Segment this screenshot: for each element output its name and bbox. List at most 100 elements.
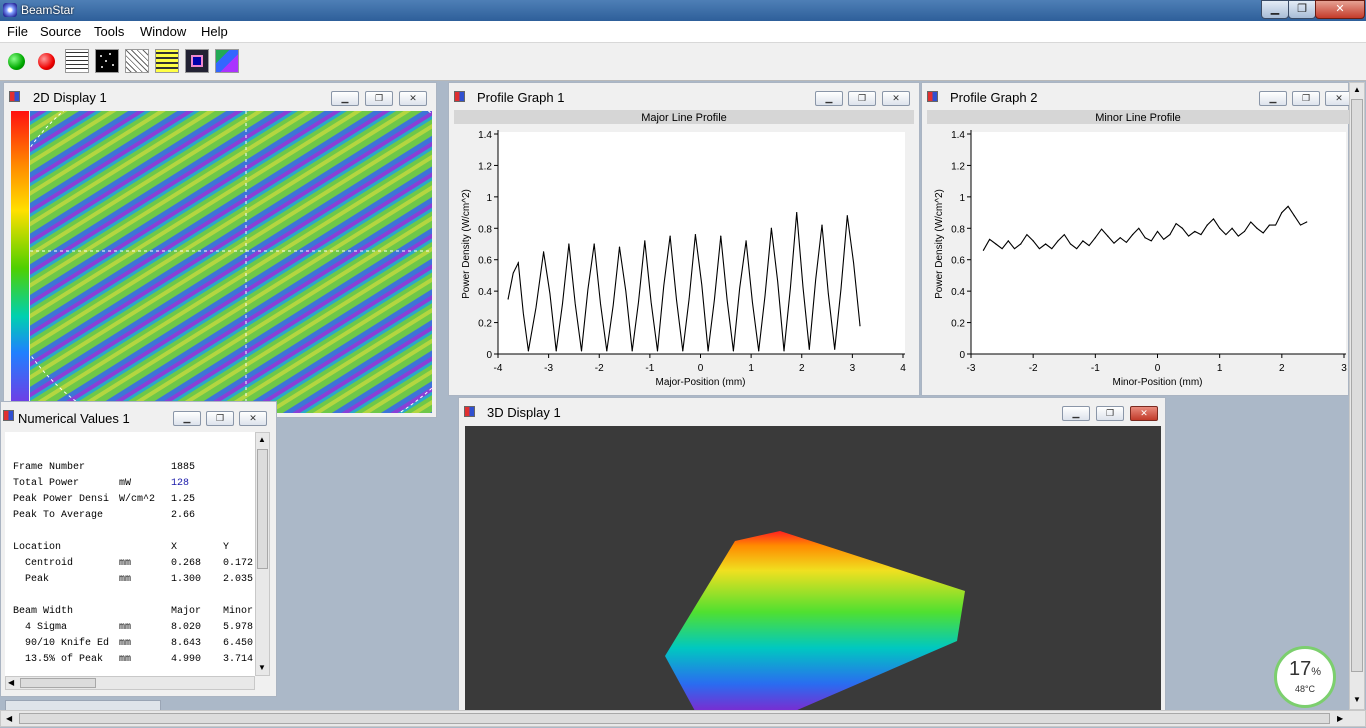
color-scale-bar [11,111,29,413]
nv-cell-11-0: 90/10 Knife Ed [13,638,110,649]
major-profile-ytick-label: 0.8 [478,224,492,235]
display-icon[interactable] [185,49,209,73]
minimized-window[interactable] [5,700,161,710]
window-3d-title: 3D Display 1 [487,405,561,420]
start-icon[interactable] [8,53,25,70]
scroll-down-icon[interactable]: ▼ [1353,695,1361,704]
minor-profile-data-point [1045,243,1047,245]
major-profile-data-point [732,350,735,352]
scroll-left-icon[interactable]: ◀ [6,714,12,723]
minor-profile-ytick-label: 0.6 [951,256,965,267]
close-icon[interactable]: ✕ [882,91,910,106]
minimize-icon[interactable]: ▁ [1261,0,1289,19]
major-profile-data-point [606,350,608,352]
menu-tools[interactable]: Tools [94,24,124,39]
nv-cell-1-0: Total Power [13,478,80,489]
scroll-left-icon[interactable]: ◀ [8,678,14,687]
scroll-up-icon[interactable]: ▲ [1353,85,1361,94]
scrollbar-thumb[interactable] [19,713,1330,724]
minor-line-profile-chart: Minor Line Profile 0 0.2 0.4 0.6 0.8 1 1.2 1.4 -3… [927,110,1349,388]
close-icon[interactable]: ✕ [1130,406,1158,421]
minor-profile-xtick-label: -2 [1029,363,1038,374]
nv-cell-9-2: Major [171,606,202,617]
major-profile-xtick-label: -4 [494,363,503,374]
minor-profile-ytick-label: 0.4 [951,287,965,298]
major-profile-data-point [796,211,798,214]
app-title-bar: BeamStar ▁ ❐ ✕ [0,0,1366,21]
major-profile-data-point [568,243,570,245]
maximize-icon[interactable]: ❐ [848,91,876,106]
major-profile-xtick-label: 4 [900,363,906,374]
minimize-icon[interactable]: ▁ [815,91,843,106]
major-profile-plot-area [498,132,905,354]
app-icon [3,3,17,17]
close-icon[interactable]: ✕ [399,91,427,106]
maximize-icon[interactable]: ❐ [1096,406,1124,421]
noise-icon[interactable] [95,49,119,73]
close-icon[interactable]: ✕ [239,411,267,426]
main-horizontal-scrollbar[interactable]: ◀ ▶ [0,710,1366,727]
menu-help[interactable]: Help [201,24,228,39]
major-profile-data-point [507,298,509,300]
major-profile-ytick-label: 0.6 [478,256,492,267]
window-2d-titlebar: 2D Display 1 ▁ ❐ ✕ [4,83,436,110]
maximize-icon[interactable]: ❐ [1292,91,1320,106]
minor-profile-data-point [1057,240,1059,242]
major-profile-data-point [859,325,861,327]
major-profile-ytick-label: 1.2 [478,161,492,172]
nv-cell-10-2: 8.020 [171,622,202,633]
window-profile2-titlebar: Profile Graph 2 ▁ ❐ ✕ [922,83,1353,110]
major-profile-xtick-label: 2 [799,363,805,374]
minor-profile-xtick-label: -3 [967,363,976,374]
stop-icon[interactable] [38,53,55,70]
window-icon [464,406,475,417]
major-profile-data-point [631,350,633,352]
window-numerical-values: Numerical Values 1 ▁ ❐ ✕ Frame Number 188… [0,401,277,697]
app-title: BeamStar [21,3,75,17]
cpu-usage-widget[interactable]: 17% 48°C [1274,646,1336,708]
scrollbar-thumb[interactable] [257,449,268,569]
menu-window[interactable]: Window [140,24,186,39]
window-3d-display: 3D Display 1 ▁ ❐ ✕ [458,397,1166,711]
major-profile-data-point [770,227,772,229]
scroll-right-icon[interactable]: ▶ [1337,714,1343,723]
major-profile-data-point [783,350,785,352]
nv-cell-1-1: mW [119,478,132,489]
close-icon[interactable]: ✕ [1315,0,1365,19]
minimize-icon[interactable]: ▁ [331,91,359,106]
main-vertical-scrollbar[interactable]: ▲ ▼ [1349,82,1365,710]
major-profile-xtick-label: 3 [850,363,856,374]
menu-source[interactable]: Source [40,24,81,39]
nv-cell-11-2: 8.643 [171,638,202,649]
scroll-up-icon[interactable]: ▲ [258,435,266,444]
scrollbar-thumb[interactable] [1351,99,1363,672]
filter-icon[interactable] [125,49,149,73]
nv-cell-11-1: mm [119,638,132,649]
restore-icon[interactable]: ❐ [1288,0,1316,19]
major-profile-data-point [758,350,760,352]
settings-icon[interactable] [155,49,179,73]
minimize-icon[interactable]: ▁ [173,411,201,426]
cpu-usage-percent: 17 [1288,658,1312,680]
vertical-scrollbar[interactable]: ▲ ▼ [255,432,270,676]
minor-profile-data-point [1156,230,1159,233]
minor-profile-data-point [1268,224,1270,226]
report-icon[interactable] [215,49,239,73]
horizontal-scrollbar[interactable]: ◀ [5,676,255,690]
minor-profile-data-point [1132,233,1134,236]
minimize-icon[interactable]: ▁ [1259,91,1287,106]
scrollbar-thumb[interactable] [20,678,96,688]
minor-profile-data-point [1243,230,1246,233]
minor-profile-data-point [1007,240,1009,242]
background-icon[interactable] [65,49,89,73]
minor-profile-data-point [1169,233,1171,236]
maximize-icon[interactable]: ❐ [206,411,234,426]
window-profile-graph-2: Profile Graph 2 ▁ ❐ ✕ Minor Line Profile… [921,82,1353,396]
scroll-down-icon[interactable]: ▼ [258,663,266,672]
maximize-icon[interactable]: ❐ [365,91,393,106]
menu-file[interactable]: File [7,24,28,39]
major-profile-data-point [580,350,583,352]
minor-profile-data-point [1231,227,1233,229]
minimize-icon[interactable]: ▁ [1062,406,1090,421]
window-icon [927,91,938,102]
